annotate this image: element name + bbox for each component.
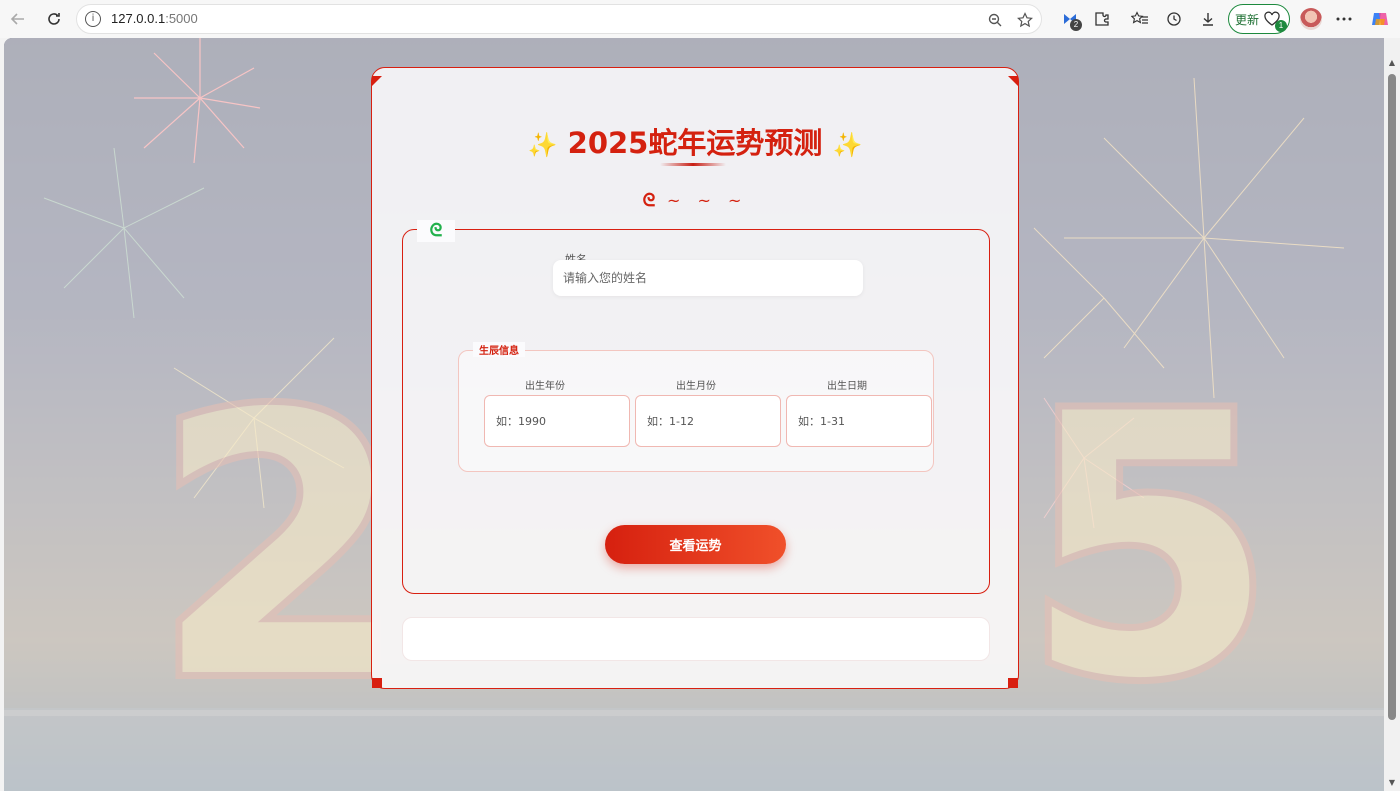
title-underline <box>660 163 726 166</box>
scroll-thumb[interactable] <box>1388 74 1396 720</box>
birth-year-label: 出生年份 <box>525 381 565 392</box>
favorite-star-icon[interactable] <box>1011 6 1039 34</box>
birth-info-legend: 生辰信息 <box>473 342 525 357</box>
corner-decoration <box>1008 678 1018 688</box>
fortune-form: ᘓ 姓名 生辰信息 出生年份 出生月份 出生日期 查看运势 <box>402 220 990 594</box>
snake-decoration: ᘓ ~ ~ ~ <box>372 190 1018 211</box>
profile-avatar[interactable] <box>1297 5 1325 33</box>
name-input[interactable] <box>553 260 863 296</box>
copilot-icon[interactable] <box>1366 5 1394 33</box>
update-badge: 1 <box>1275 20 1287 32</box>
corner-decoration <box>1008 76 1018 86</box>
update-label: 更新 <box>1235 12 1260 27</box>
birth-day-input[interactable] <box>786 395 932 447</box>
browser-toolbar: i 127.0.0.1:5000 2 更新 1 <box>0 0 1400 38</box>
corner-decoration <box>372 678 382 688</box>
snake-icon: ᘓ <box>642 190 656 211</box>
site-info-icon[interactable]: i <box>85 11 101 27</box>
scroll-down-icon[interactable]: ▼ <box>1387 778 1397 788</box>
corner-decoration <box>372 76 382 86</box>
url-text[interactable]: 127.0.0.1:5000 <box>111 11 198 26</box>
page-title: ✨ 2025蛇年运势预测 ✨ <box>372 120 1018 162</box>
downloads-icon[interactable] <box>1194 5 1222 33</box>
extensions-icon[interactable] <box>1088 5 1116 33</box>
view-fortune-button[interactable]: 查看运势 <box>605 525 786 564</box>
back-arrow-icon[interactable] <box>4 5 32 33</box>
scroll-up-icon[interactable]: ▲ <box>1387 58 1397 68</box>
result-panel <box>402 617 990 661</box>
birth-info-group: 生辰信息 出生年份 出生月份 出生日期 <box>458 342 934 472</box>
birth-day-label: 出生日期 <box>827 381 867 392</box>
birth-month-label: 出生月份 <box>676 381 716 392</box>
favorites-list-icon[interactable] <box>1126 5 1154 33</box>
birth-month-input[interactable] <box>635 395 781 447</box>
page-scrollbar[interactable]: ▲ ▼ <box>1384 38 1400 791</box>
green-snake-icon: ᘓ <box>417 220 455 242</box>
history-icon[interactable] <box>1160 5 1188 33</box>
zoom-icon[interactable] <box>981 6 1009 34</box>
birth-year-input[interactable] <box>484 395 630 447</box>
tilde-decoration: ~ ~ ~ <box>667 191 748 210</box>
page-viewport: 2 5 ✨ 2025蛇年运势预测 ✨ ᘓ ~ ~ ~ ᘓ 姓名 生辰信息 出生年… <box>4 38 1384 791</box>
page-title-text: 2025蛇年运势预测 <box>567 126 823 160</box>
extension-badge: 2 <box>1070 19 1082 31</box>
address-bar[interactable]: i 127.0.0.1:5000 <box>76 4 1042 34</box>
extension-puzzle-icon[interactable]: 2 <box>1056 5 1084 33</box>
fortune-card: ✨ 2025蛇年运势预测 ✨ ᘓ ~ ~ ~ ᘓ 姓名 生辰信息 出生年份 出生… <box>371 67 1019 689</box>
sparkle-icon: ✨ <box>527 131 558 159</box>
refresh-icon[interactable] <box>40 5 68 33</box>
sparkle-icon: ✨ <box>832 131 863 159</box>
update-button[interactable]: 更新 1 <box>1228 4 1290 34</box>
more-menu-icon[interactable] <box>1330 5 1358 33</box>
